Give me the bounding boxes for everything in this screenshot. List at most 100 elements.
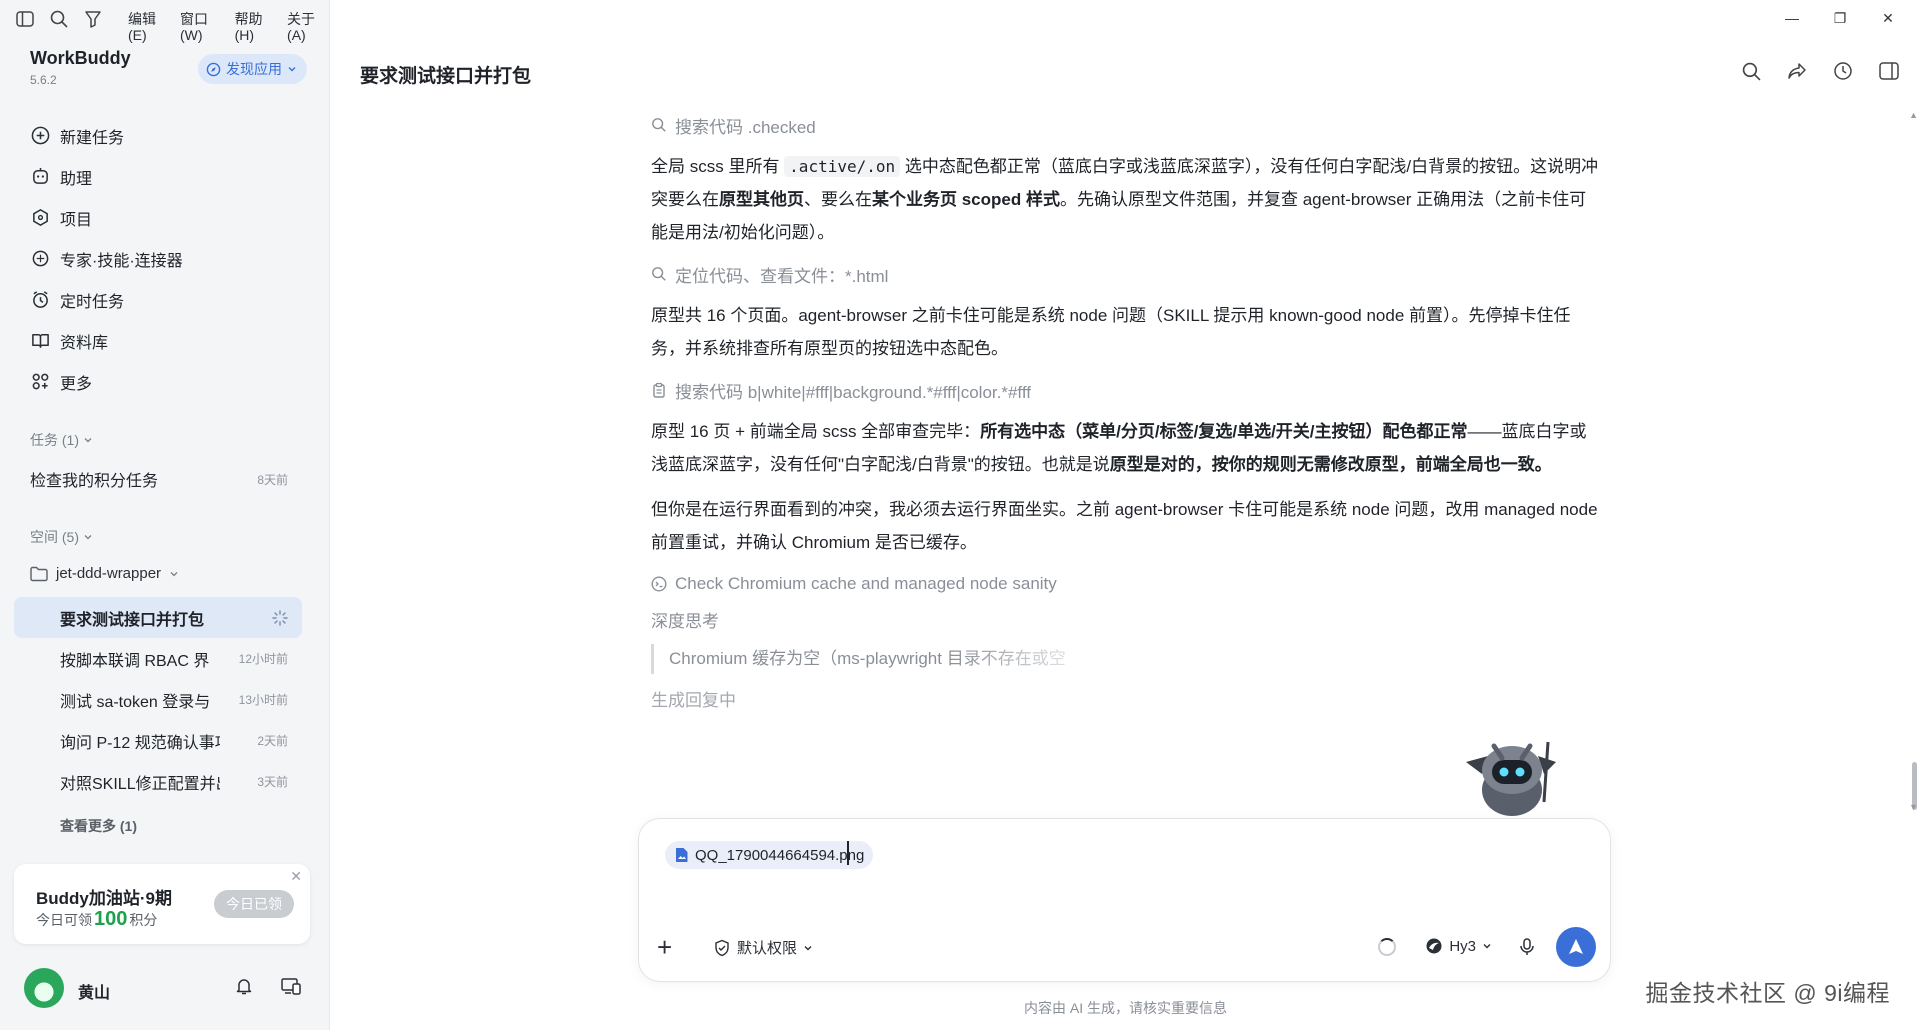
model-selector[interactable]: Hy3 [1425,937,1492,955]
chevron-down-icon [84,535,92,540]
nav-more[interactable]: 更多 [20,361,310,402]
user-bar: 黄山 [0,962,330,1022]
message-paragraph: 全局 scss 里所有 .active/.on 选中态配色都正常（蓝底白字或浅蓝… [651,150,1601,249]
conversation-item[interactable]: 测试 sa-token 登录与 13小时前 [14,679,302,720]
nav-scheduled[interactable]: 定时任务 [20,279,310,320]
step-label: 定位代码、查看文件：*.html [675,266,889,286]
step-locate[interactable]: 定位代码、查看文件：*.html [651,261,1601,287]
scroll-down-icon[interactable]: ▼ [1909,802,1918,812]
tasks-section-toggle[interactable]: 任务 (1) [30,430,93,450]
discover-apps-button[interactable]: 发现应用 [198,54,307,84]
message-paragraph: 原型共 16 个页面。agent-browser 之前卡住可能是系统 node … [651,306,1571,358]
thinking-label[interactable]: 深度思考 [651,607,1601,632]
tasks-section-label: 任务 (1) [30,432,79,448]
send-button[interactable] [1556,927,1596,967]
scroll-up-icon[interactable]: ▲ [1909,110,1918,120]
conversation-title: 测试 sa-token 登录与 [60,693,211,711]
loading-spinner-icon [1378,938,1396,956]
nav-library[interactable]: 资料库 [20,320,310,361]
see-more-link[interactable]: 查看更多 (1) [60,816,137,836]
chevron-down-icon [1483,944,1491,949]
app-version: 5.6.2 [30,73,57,87]
chevron-down-icon [170,571,178,576]
titlebar-icons [14,8,104,30]
step-search[interactable]: 搜索代码 .checked [651,112,1601,138]
sidebar-toggle-icon[interactable] [14,8,36,30]
devices-icon[interactable] [280,976,302,1001]
user-name: 黄山 [78,985,111,1002]
bold-text: 原型是对的，按你的规则无需修改原型，前端全局也一致。 [1109,455,1552,474]
avatar[interactable] [24,968,64,1008]
menu-window[interactable]: 窗口(W) [170,8,225,43]
minimize-icon[interactable]: — [1768,6,1816,30]
menu-about[interactable]: 关于(A) [277,8,329,43]
add-attachment-button[interactable]: + [657,933,672,961]
nav-project[interactable]: 项目 [20,197,310,238]
conversation-title: 对照SKILL修正配置并出 [60,775,220,793]
bold-text: 某个业务页 scoped 样式 [872,190,1060,209]
nav-new-task[interactable]: 新建任务 [20,115,310,156]
discover-apps-label: 发现应用 [226,61,282,77]
share-icon[interactable] [1786,60,1808,82]
expert-icon [30,249,50,269]
main-panel: — ❐ ✕ 要求测试接口并打包 搜索代码 .checked 全局 scss 里所… [331,0,1920,1030]
conversation-title: 询问 P-12 规范确认事项 [60,734,220,752]
attachment-name: QQ_1790044664594.png [695,846,865,864]
close-icon[interactable]: ✕ [290,868,302,885]
chevron-down-icon [84,438,92,443]
nav-label: 项目 [60,211,93,229]
assistant-icon [30,167,50,187]
conversation-item[interactable]: 询问 P-12 规范确认事项 2天前 [14,720,302,761]
step-label: Check Chromium cache and managed node sa… [675,574,1057,593]
space-folder[interactable]: jet-ddd-wrapper [30,565,179,582]
inline-code: .active/.on [784,156,901,177]
nav-assistant[interactable]: 助理 [20,156,310,197]
search-icon[interactable] [48,8,70,30]
conversation-time: 13小时前 [238,693,288,707]
step-check-chromium[interactable]: Check Chromium cache and managed node sa… [651,571,1601,597]
spaces-section-toggle[interactable]: 空间 (5) [30,527,93,547]
close-window-icon[interactable]: ✕ [1864,6,1912,30]
nav-expert[interactable]: 专家·技能·连接器 [20,238,310,279]
attachment-chip[interactable]: QQ_1790044664594.png [665,841,874,869]
plus-circle-icon [30,126,50,146]
filter-icon[interactable] [82,8,104,30]
conversation-item[interactable]: 按脚本联调 RBAC 界 12小时前 [14,638,302,679]
thinking-quote: Chromium 缓存为空（ms-playwright 目录不存在或空 [651,644,1111,674]
nav-label: 专家·技能·连接器 [60,252,183,270]
more-icon [30,372,50,392]
panel-toggle-icon[interactable] [1878,60,1900,82]
spaces-section-label: 空间 (5) [30,529,79,545]
nav-label: 资料库 [60,334,109,352]
chevron-down-icon [804,945,812,950]
restore-icon[interactable]: ❐ [1816,6,1864,30]
conversation-time: 3天前 [257,775,288,789]
message-paragraph: 原型 16 页 + 前端全局 scss 全部审查完毕：所有选中态（菜单/分页/标… [651,415,1601,481]
conversation-item-active[interactable]: 要求测试接口并打包 [14,597,302,638]
permission-selector[interactable]: 默认权限 [713,937,813,958]
menu-edit[interactable]: 编辑(E) [118,8,170,43]
menubar: 编辑(E) 窗口(W) 帮助(H) 关于(A) [118,8,329,43]
nav-label: 更多 [60,375,93,393]
microphone-icon[interactable] [1518,937,1536,962]
step-search-regex[interactable]: 搜索代码 b|white|#fff|background.*#fff|color… [651,377,1601,403]
page-title: 要求测试接口并打包 [360,66,532,87]
composer: QQ_1790044664594.png + 默认权限 Hy3 [638,818,1611,982]
step-label: 搜索代码 .checked [675,117,816,137]
text-caret[interactable] [847,841,849,865]
bold-text: 原型其他页 [719,190,804,209]
model-logo-icon [1426,938,1442,954]
shield-check-icon [715,939,729,956]
history-icon[interactable] [1832,60,1854,82]
nav-label: 定时任务 [60,293,125,311]
search-icon[interactable] [1740,60,1762,82]
menu-help[interactable]: 帮助(H) [225,8,277,43]
conversation-time: 2天前 [257,734,288,748]
conversation-title: 要求测试接口并打包 [60,611,205,629]
task-item[interactable]: 检查我的积分任务 8天前 [30,467,288,491]
conversation-item[interactable]: 对照SKILL修正配置并出 3天前 [14,761,302,802]
bell-icon[interactable] [234,976,254,1001]
alarm-icon [30,290,50,310]
promo-claimed-button[interactable]: 今日已领 [214,890,294,918]
conversation-time: 12小时前 [238,652,288,666]
